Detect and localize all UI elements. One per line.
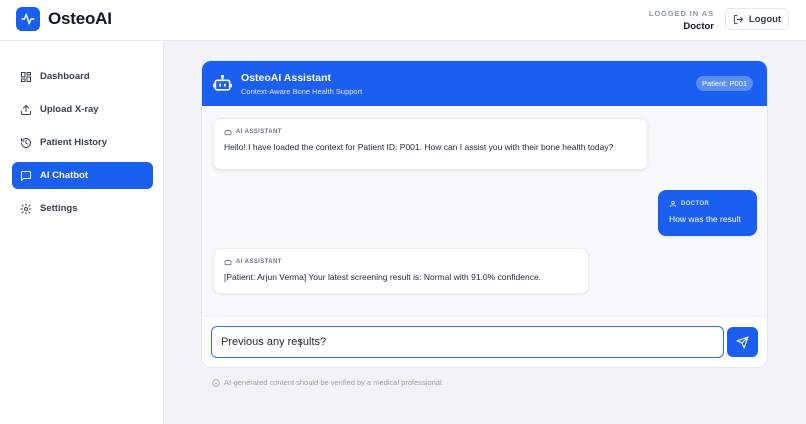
history-icon <box>21 137 31 148</box>
send-icon <box>736 336 749 348</box>
bot-icon <box>224 259 232 266</box>
disclaimer: AI-generated content should be verified … <box>212 378 444 387</box>
sidebar-item-ai-chatbot[interactable]: AI Chatbot <box>12 162 153 189</box>
info-icon <box>212 378 220 387</box>
user-message: DOCTOR How was the result <box>658 190 757 236</box>
logout-button[interactable]: Logout <box>725 8 789 30</box>
logout-label: Logout <box>748 13 782 25</box>
sidebar-item-patient-history[interactable]: Patient History <box>12 129 153 156</box>
patient-badge: Patient: P001 <box>696 76 754 91</box>
chat-input[interactable] <box>211 326 724 358</box>
message-role: AI ASSISTANT <box>236 259 282 265</box>
app-logo-icon <box>16 7 40 31</box>
user-icon <box>669 200 677 208</box>
message-role: DOCTOR <box>681 201 710 207</box>
message-role: AI ASSISTANT <box>236 129 282 135</box>
disclaimer-text: AI-generated content should be verified … <box>224 378 444 387</box>
sidebar: Dashboard Upload X-ray Patient History A… <box>0 41 164 424</box>
logged-in-label: LOGGED IN AS <box>648 9 714 18</box>
chat-header: OsteoAI Assistant Context-Aware Bone Hea… <box>202 61 767 106</box>
assistant-message: AI ASSISTANT [Patient: Arjun Verma] Your… <box>213 248 589 294</box>
message-text: Hello! I have loaded the context for Pat… <box>224 142 614 152</box>
chat-subtitle: Context-Aware Bone Health Support <box>241 87 363 96</box>
logout-icon <box>733 14 743 24</box>
sidebar-item-upload-xray[interactable]: Upload X-ray <box>12 96 153 123</box>
logged-in-info: LOGGED IN AS Doctor <box>649 9 714 32</box>
sidebar-item-settings[interactable]: Settings <box>12 195 153 222</box>
bot-icon <box>224 129 232 136</box>
upload-icon <box>21 104 31 115</box>
logged-in-user: Doctor <box>683 21 714 32</box>
sidebar-item-label: Dashboard <box>40 71 90 82</box>
chat-panel: OsteoAI Assistant Context-Aware Bone Hea… <box>201 60 768 368</box>
sidebar-item-label: Patient History <box>40 137 108 148</box>
sidebar-item-label: Upload X-ray <box>40 104 99 115</box>
send-button[interactable] <box>727 327 758 357</box>
top-header: OsteoAI LOGGED IN AS Doctor Logout <box>0 0 806 41</box>
message-text: [Patient: Arjun Verma] Your latest scree… <box>224 272 542 282</box>
app-title: OsteoAI <box>48 9 112 28</box>
chat-icon <box>21 170 31 181</box>
message-list: AI ASSISTANT Hello! I have loaded the co… <box>202 106 767 316</box>
assistant-message: AI ASSISTANT Hello! I have loaded the co… <box>213 118 648 170</box>
message-text: How was the result <box>669 214 741 224</box>
sidebar-item-dashboard[interactable]: Dashboard <box>12 63 153 90</box>
text-cursor-icon: I <box>299 339 302 350</box>
bot-icon <box>213 74 232 91</box>
chat-title: OsteoAI Assistant <box>241 72 332 84</box>
sidebar-item-label: AI Chatbot <box>40 170 89 181</box>
sidebar-item-label: Settings <box>40 203 78 214</box>
grid-icon <box>21 71 31 82</box>
chat-input-bar <box>202 316 767 367</box>
gear-icon <box>20 203 32 214</box>
